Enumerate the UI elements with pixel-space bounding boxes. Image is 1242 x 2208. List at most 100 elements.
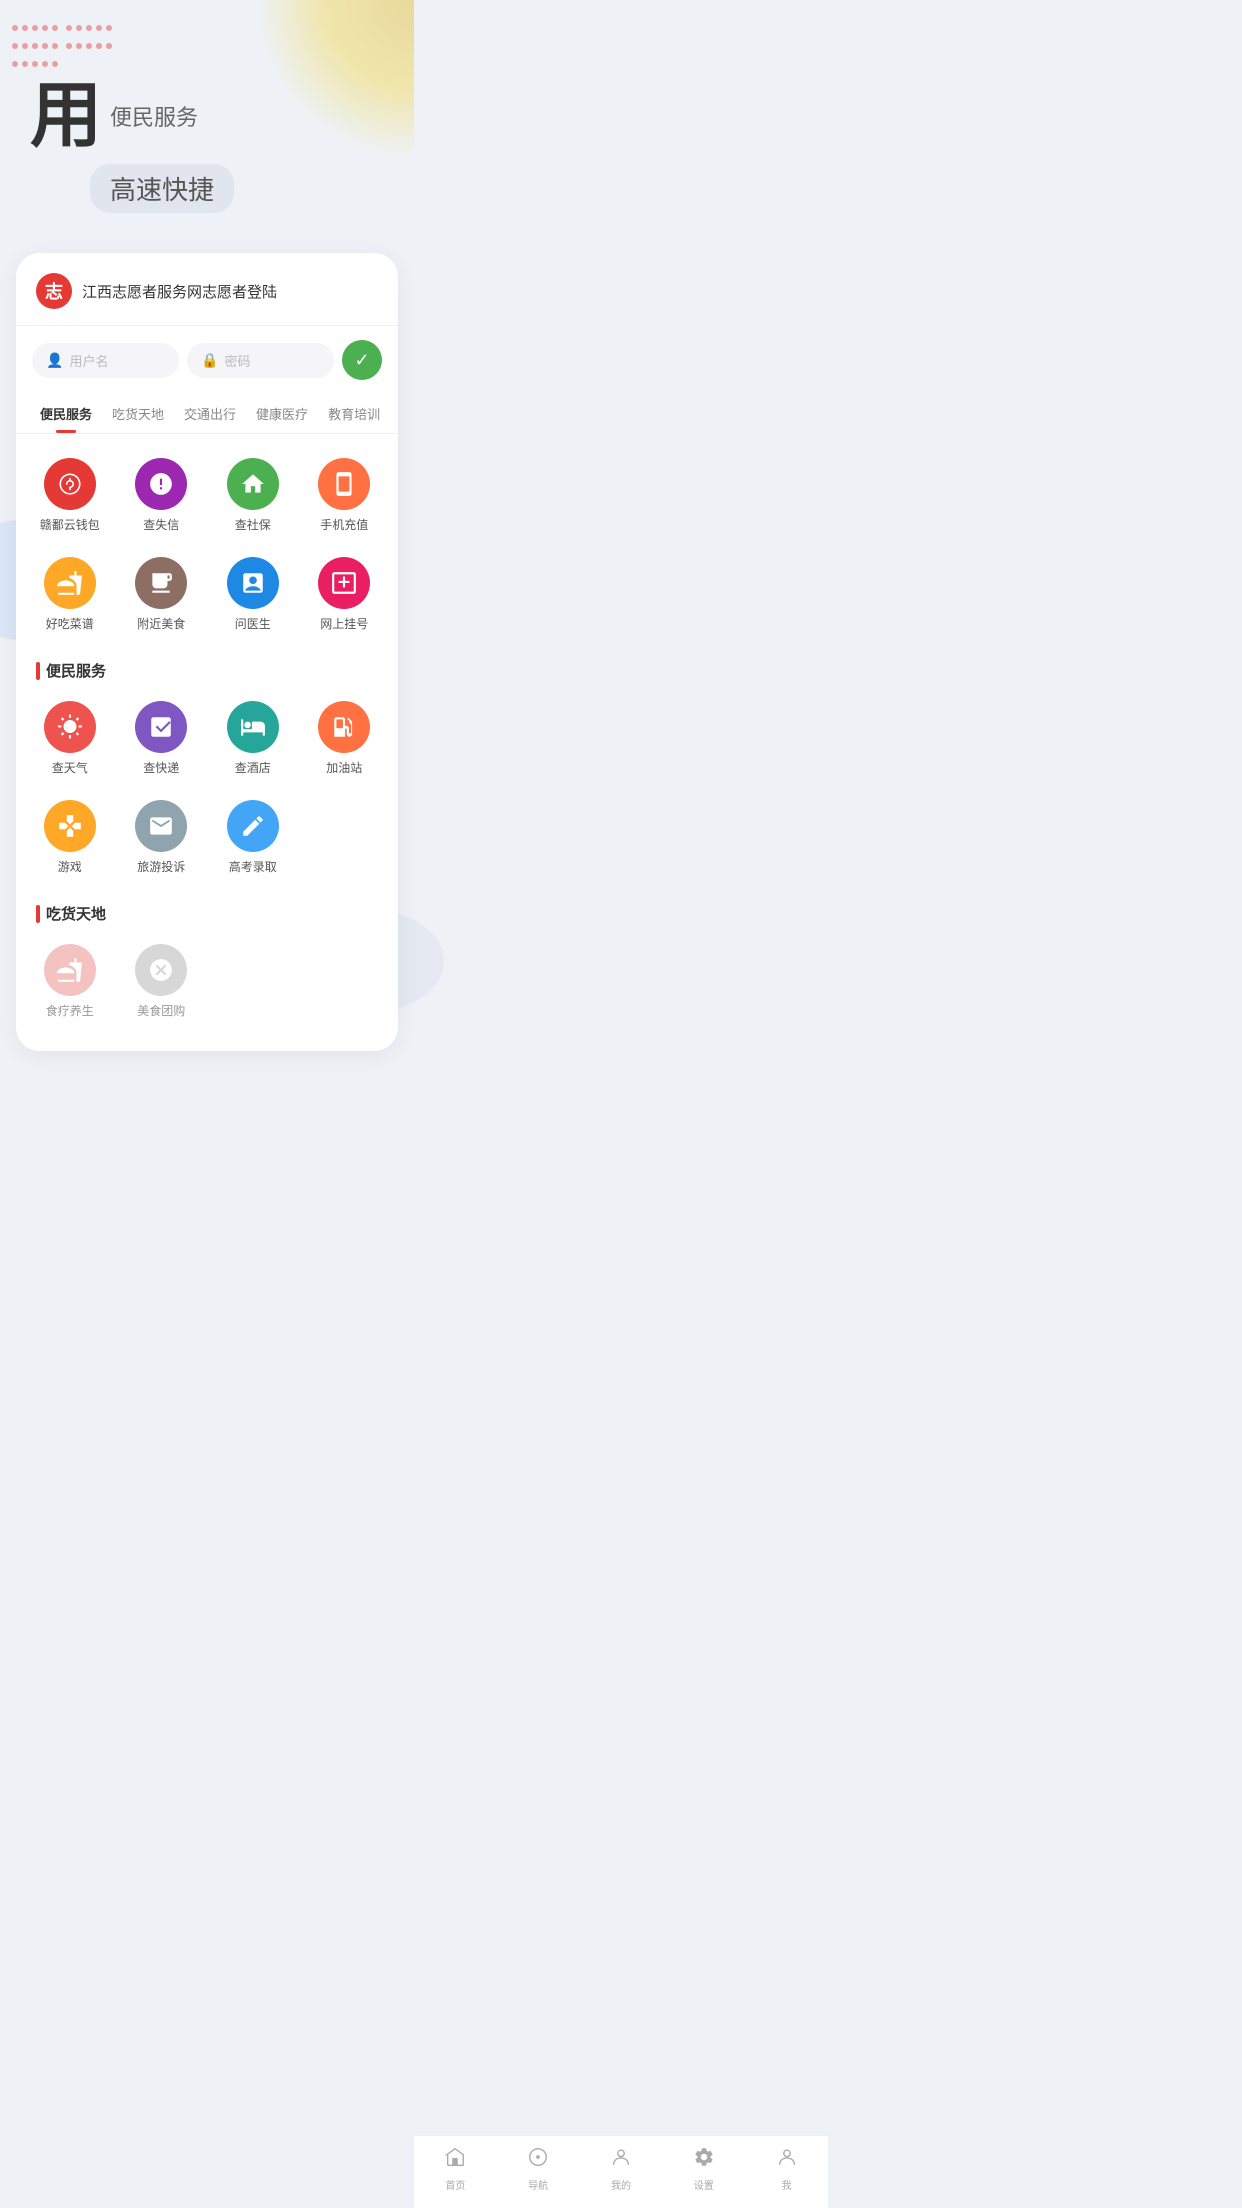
- main-card: 志 江西志愿者服务网志愿者登陆 👤 用户名 🔒 密码 ✓ 便民服务 吃货天地 交…: [16, 253, 398, 1051]
- username-placeholder: 用户名: [69, 351, 108, 370]
- tab-convenience[interactable]: 便民服务: [32, 394, 100, 433]
- service-credit[interactable]: 查失信: [116, 450, 208, 541]
- hero-subtitle: 便民服务: [110, 100, 198, 132]
- mine-icon: [610, 2146, 632, 2174]
- game-icon: [44, 800, 96, 852]
- hospital-icon: [318, 557, 370, 609]
- hero-section: 用 便民服务 高速快捷: [0, 0, 414, 253]
- home-icon: [444, 2146, 466, 2174]
- credit-label: 查失信: [143, 516, 179, 533]
- service-group-buy[interactable]: 美食团购: [116, 936, 208, 1027]
- password-placeholder: 密码: [224, 351, 250, 370]
- nav-mine-label: 我的: [611, 2177, 631, 2192]
- game-label: 游戏: [58, 858, 82, 875]
- gas-label: 加油站: [326, 759, 362, 776]
- hero-title: 用 便民服务: [30, 80, 384, 152]
- nav-nav-label: 导航: [528, 2177, 548, 2192]
- bottom-nav: 首页 导航 我的 设置 我: [414, 2135, 828, 2208]
- service-gaokao[interactable]: 高考录取: [207, 792, 299, 883]
- service-wallet[interactable]: 赣鄱云钱包: [24, 450, 116, 541]
- hotel-icon: [227, 701, 279, 753]
- section1-dot: [36, 662, 40, 680]
- lock-icon: 🔒: [201, 352, 218, 369]
- section2-grid-row1: 食疗养生 美食团购: [16, 928, 398, 1035]
- mobile-label: 手机充值: [320, 516, 368, 533]
- doctor-label: 问医生: [235, 615, 271, 632]
- section2-title: 吃货天地: [46, 903, 106, 924]
- service-grid-row1: 赣鄱云钱包 查失信 查社保 手机充值: [16, 434, 398, 549]
- service-weather[interactable]: 查天气: [24, 693, 116, 784]
- user-icon: 👤: [46, 352, 63, 369]
- nav-nav[interactable]: 导航: [527, 2146, 549, 2192]
- weather-icon: [44, 701, 96, 753]
- complaint-label: 旅游投诉: [137, 858, 185, 875]
- hospital-label: 网上挂号: [320, 615, 368, 632]
- section1-title: 便民服务: [46, 660, 106, 681]
- restaurant-icon: [135, 557, 187, 609]
- password-input[interactable]: 🔒 密码: [187, 343, 334, 378]
- hotel-label: 查酒店: [235, 759, 271, 776]
- nav-home[interactable]: 首页: [444, 2146, 466, 2192]
- wallet-label: 赣鄱云钱包: [40, 516, 100, 533]
- gaokao-label: 高考录取: [229, 858, 277, 875]
- settings-icon: [693, 2146, 715, 2174]
- nav-profile[interactable]: 我: [776, 2146, 798, 2192]
- doctor-icon: [227, 557, 279, 609]
- section2-dot: [36, 905, 40, 923]
- hero-desc: 高速快捷: [90, 164, 234, 213]
- tab-food[interactable]: 吃货天地: [104, 394, 172, 433]
- express-label: 查快递: [143, 759, 179, 776]
- login-submit-button[interactable]: ✓: [342, 340, 382, 380]
- service-grid-row2: 好吃菜谱 附近美食 问医生 网上挂号: [16, 549, 398, 648]
- section1-header: 便民服务: [16, 648, 398, 685]
- service-social[interactable]: 查社保: [207, 450, 299, 541]
- hero-char: 用: [30, 80, 102, 152]
- social-label: 查社保: [235, 516, 271, 533]
- credit-icon: [135, 458, 187, 510]
- group-buy-label: 美食团购: [137, 1002, 185, 1019]
- nav-profile-label: 我: [782, 2177, 792, 2192]
- social-icon: [227, 458, 279, 510]
- health-food-label: 食疗养生: [46, 1002, 94, 1019]
- service-recipe[interactable]: 好吃菜谱: [24, 549, 116, 640]
- complaint-icon: [135, 800, 187, 852]
- gas-icon: [318, 701, 370, 753]
- group-buy-icon: [135, 944, 187, 996]
- restaurant-label: 附近美食: [137, 615, 185, 632]
- recipe-label: 好吃菜谱: [46, 615, 94, 632]
- tab-transport[interactable]: 交通出行: [176, 394, 244, 433]
- nav-home-label: 首页: [445, 2177, 465, 2192]
- profile-icon: [776, 2146, 798, 2174]
- service-express[interactable]: 查快递: [116, 693, 208, 784]
- service-gas[interactable]: 加油站: [299, 693, 391, 784]
- section2-header: 吃货天地: [16, 891, 398, 928]
- service-mobile[interactable]: 手机充值: [299, 450, 391, 541]
- nav-settings-label: 设置: [694, 2177, 714, 2192]
- tab-education[interactable]: 教育培训: [320, 394, 388, 433]
- service-hotel[interactable]: 查酒店: [207, 693, 299, 784]
- wallet-icon: [44, 458, 96, 510]
- login-inputs-row: 👤 用户名 🔒 密码 ✓: [16, 326, 398, 394]
- service-hospital[interactable]: 网上挂号: [299, 549, 391, 640]
- nav-icon: [527, 2146, 549, 2174]
- service-restaurant[interactable]: 附近美食: [116, 549, 208, 640]
- tab-health[interactable]: 健康医疗: [248, 394, 316, 433]
- nav-mine[interactable]: 我的: [610, 2146, 632, 2192]
- login-header: 志 江西志愿者服务网志愿者登陆: [16, 273, 398, 326]
- login-title: 江西志愿者服务网志愿者登陆: [82, 281, 277, 302]
- service-doctor[interactable]: 问医生: [207, 549, 299, 640]
- service-game[interactable]: 游戏: [24, 792, 116, 883]
- health-food-icon: [44, 944, 96, 996]
- login-logo: 志: [36, 273, 72, 309]
- nav-settings[interactable]: 设置: [693, 2146, 715, 2192]
- username-input[interactable]: 👤 用户名: [32, 343, 179, 378]
- service-complaint[interactable]: 旅游投诉: [116, 792, 208, 883]
- express-icon: [135, 701, 187, 753]
- mobile-icon: [318, 458, 370, 510]
- gaokao-icon: [227, 800, 279, 852]
- section1-grid-row1: 查天气 查快递 查酒店 加油站: [16, 685, 398, 792]
- recipe-icon: [44, 557, 96, 609]
- service-health-food[interactable]: 食疗养生: [24, 936, 116, 1027]
- category-tabs: 便民服务 吃货天地 交通出行 健康医疗 教育培训: [16, 394, 398, 434]
- weather-label: 查天气: [52, 759, 88, 776]
